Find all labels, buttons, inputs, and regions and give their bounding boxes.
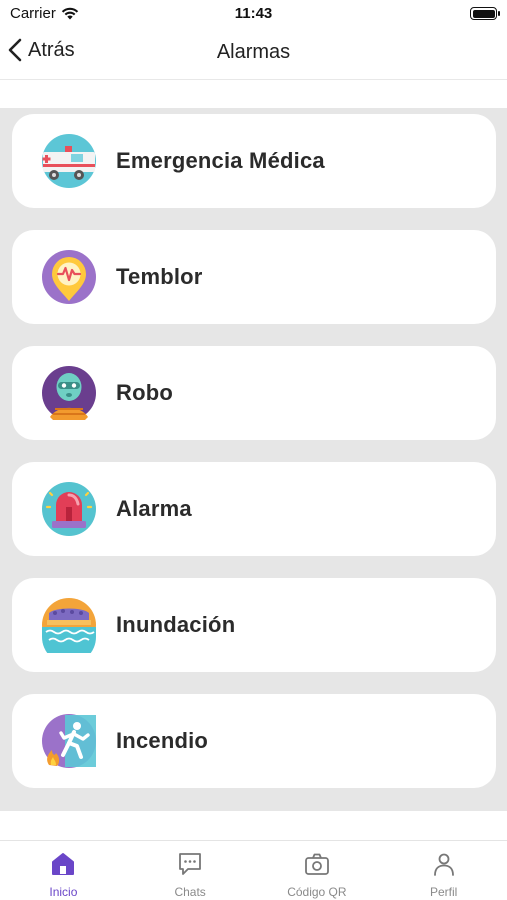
- alarm-card-emergencia-medica[interactable]: Emergencia Médica: [12, 114, 496, 208]
- chevron-left-icon: [8, 38, 22, 62]
- home-icon: [52, 853, 75, 875]
- chat-icon: [179, 853, 202, 875]
- siren-icon: [42, 482, 96, 536]
- alarm-label: Inundación: [116, 612, 236, 637]
- alarm-label: Incendio: [116, 728, 209, 753]
- battery-icon: [470, 7, 500, 20]
- alarm-card-incendio[interactable]: Incendio: [12, 694, 496, 788]
- tab-label: Perfil: [429, 885, 458, 899]
- tab-label: Inicio: [49, 885, 78, 899]
- navigation-bar: Atrás Alarmas: [0, 28, 507, 80]
- tab-perfil[interactable]: Perfil: [380, 841, 507, 900]
- tab-bar: Inicio Chats Código QR Perfil: [0, 840, 507, 900]
- fire-exit-icon: [42, 714, 96, 768]
- page-title: Alarmas: [216, 41, 291, 63]
- tab-label: Código QR: [287, 885, 347, 899]
- back-label: Atrás: [28, 38, 75, 61]
- earthquake-pin-icon: [42, 250, 96, 304]
- flood-icon: [42, 598, 96, 653]
- back-button[interactable]: Atrás: [8, 38, 75, 62]
- alarm-label: Temblor: [116, 264, 203, 289]
- alarm-list: Emergencia Médica Temblor Robo Alarma In…: [0, 108, 507, 811]
- alarm-label: Alarma: [116, 496, 192, 521]
- alarm-card-temblor[interactable]: Temblor: [12, 230, 496, 324]
- profile-icon: [433, 853, 454, 876]
- robber-icon: [42, 366, 96, 420]
- ambulance-icon: [42, 134, 96, 188]
- tab-label: Chats: [174, 885, 206, 899]
- alarm-card-alarma[interactable]: Alarma: [12, 462, 496, 556]
- qr-camera-icon: [304, 853, 329, 875]
- alarm-card-robo[interactable]: Robo: [12, 346, 496, 440]
- status-bar: Carrier 11:43: [0, 0, 507, 28]
- tab-codigo-qr[interactable]: Código QR: [254, 841, 381, 900]
- alarm-label: Robo: [116, 380, 174, 405]
- tab-chats[interactable]: Chats: [127, 841, 254, 900]
- alarm-card-inundacion[interactable]: Inundación: [12, 578, 496, 672]
- alarm-label: Emergencia Médica: [116, 148, 325, 173]
- clock: 11:43: [234, 5, 273, 22]
- tab-inicio[interactable]: Inicio: [0, 841, 127, 900]
